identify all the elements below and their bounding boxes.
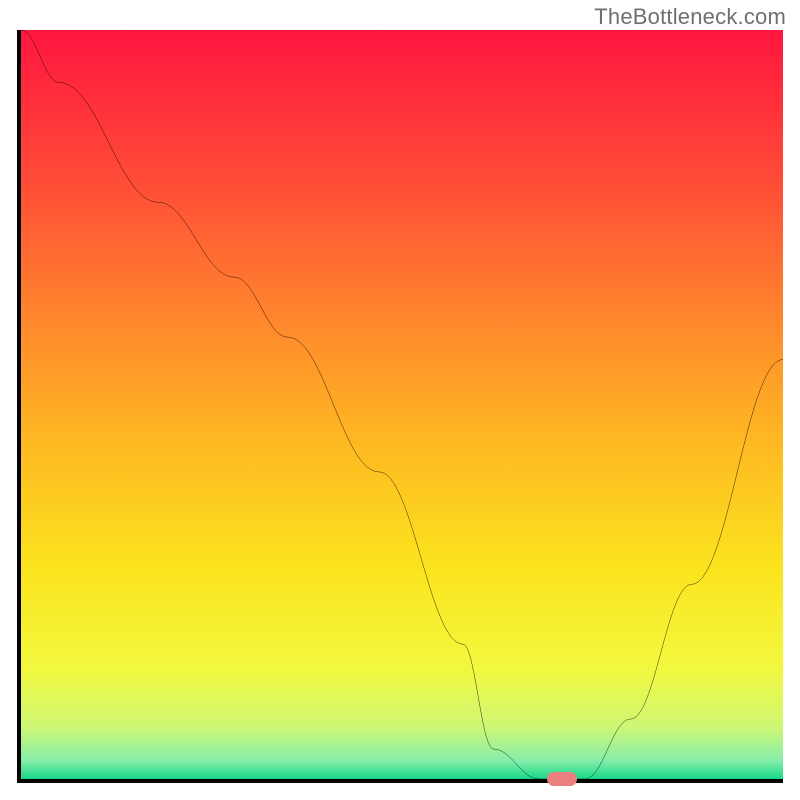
current-marker[interactable] [547,772,577,786]
gradient-bg [21,30,783,779]
watermark-text: TheBottleneck.com [594,4,786,30]
plot-area [17,30,783,783]
